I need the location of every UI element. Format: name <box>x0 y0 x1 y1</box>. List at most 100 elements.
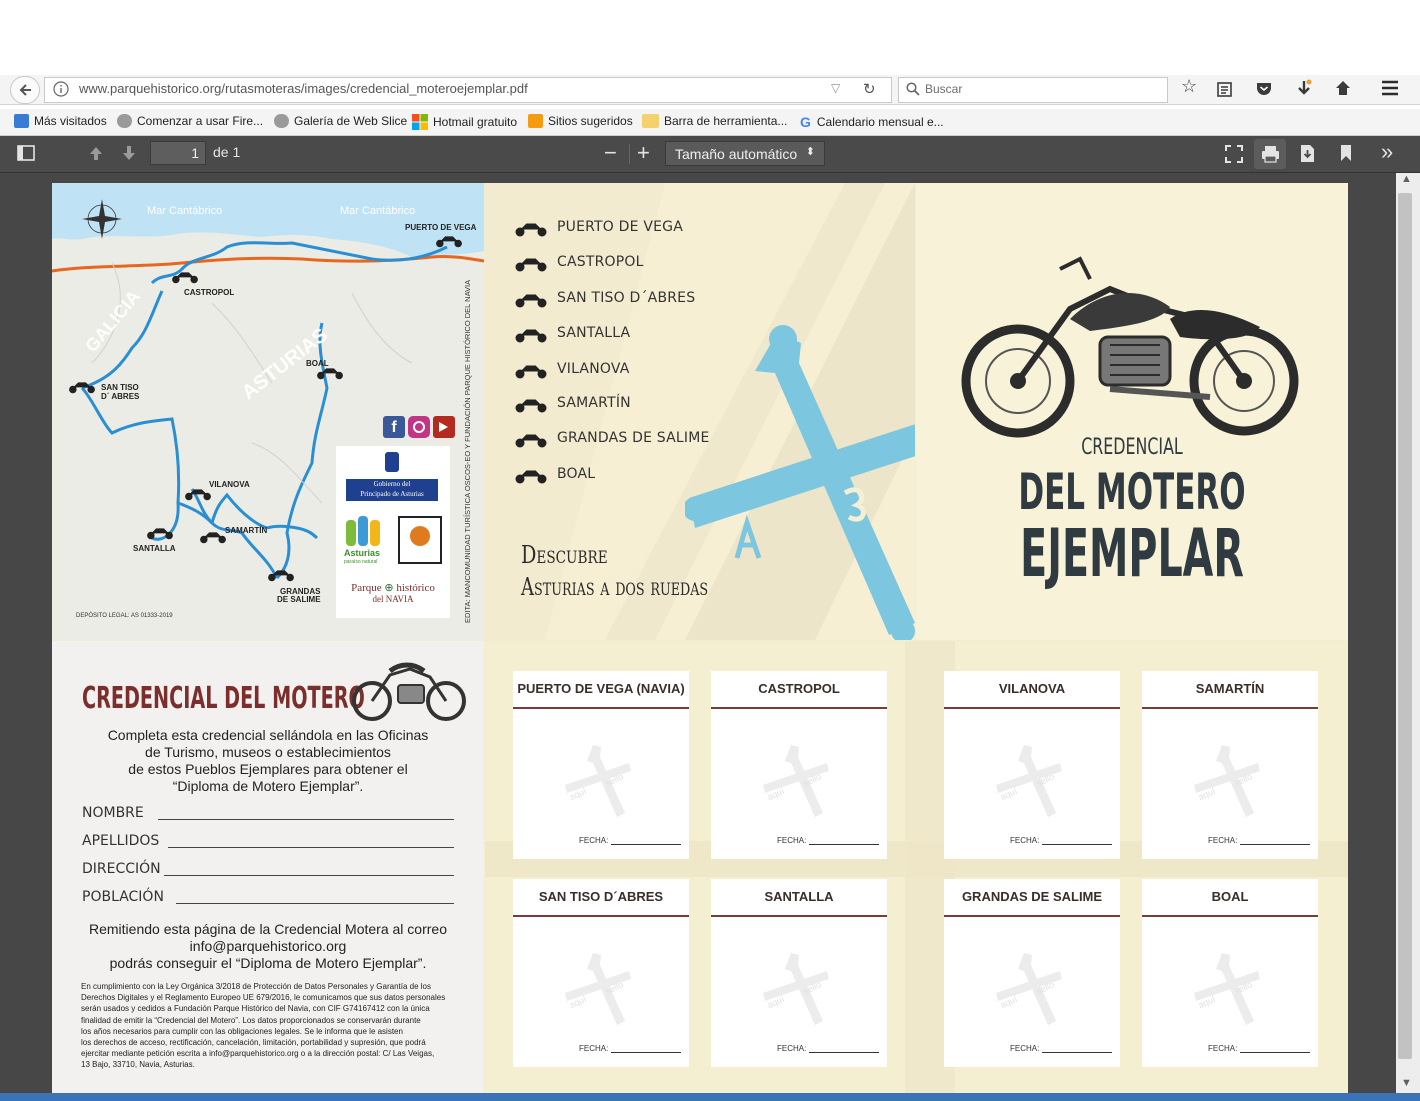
stamp-date-label: FECHA: <box>579 1044 609 1053</box>
parque-logo-word-3: del NAVIA <box>372 594 414 604</box>
stamp-title: CASTROPOL <box>758 681 840 696</box>
cover-panel: CREDENCIAL DEL MOTERO EJEMPLAR <box>916 183 1348 640</box>
field-label-direccion: DIRECCIÓN <box>82 861 161 877</box>
field-line-poblacion[interactable] <box>176 903 454 904</box>
back-button[interactable] <box>10 76 40 104</box>
route-item-label: CASTROPOL <box>557 254 644 270</box>
stamp-date-line[interactable] <box>809 1052 879 1053</box>
tools-expand-icon[interactable]: » <box>1381 139 1393 165</box>
form-intro-line: de estos Pueblos Ejemplares para obtener… <box>128 761 408 777</box>
download-icon[interactable] <box>1295 79 1313 99</box>
asturias-cross-icon <box>685 325 915 640</box>
motorcycle-icon <box>436 236 462 248</box>
presentation-mode-icon[interactable] <box>1225 145 1243 163</box>
stamp-date-line[interactable] <box>1042 1052 1112 1053</box>
save-pdf-icon[interactable] <box>1299 144 1316 163</box>
bookmarks-toolbar: Más visitados Comenzar a usar Fire... Ga… <box>0 109 1420 136</box>
stamp-date-line[interactable] <box>611 844 681 845</box>
bookmark-mas-visitados[interactable]: Más visitados <box>14 114 107 128</box>
next-page-icon[interactable] <box>121 145 137 161</box>
stamp-date-line[interactable] <box>1240 844 1310 845</box>
reading-list-icon[interactable] <box>1216 81 1233 98</box>
motorcycle-icon <box>317 368 343 380</box>
oscos-eo-logo <box>398 516 442 564</box>
cover-title-1: CREDENCIAL <box>1081 435 1183 460</box>
form-remit: Remitiendo esta página de la Credencial … <box>52 921 484 972</box>
bookmark-calendario[interactable]: G Calendario mensual e... <box>800 114 944 130</box>
bookmark-label: Hotmail gratuito <box>433 115 518 129</box>
stamp-divider <box>944 915 1120 917</box>
route-item-label: VILANOVA <box>557 361 630 377</box>
bookmark-sitios-sugeridos[interactable]: Sitios sugeridos <box>528 114 633 128</box>
url-dropdown-icon[interactable]: ▽ <box>831 81 840 95</box>
bookmark-view-icon[interactable] <box>1339 144 1353 162</box>
deposito-legal: DEPÓSITO LEGAL: AS 01333-2019 <box>76 613 173 619</box>
map-town-label: D´ ABRES <box>101 392 140 401</box>
reload-icon[interactable]: ↻ <box>863 80 876 98</box>
stamp-box: BOAL aquí sello FECHA: <box>1142 879 1318 1067</box>
home-icon[interactable] <box>1334 79 1352 97</box>
form-intro: Completa esta credencial sellándola en l… <box>52 727 484 795</box>
stamp-date-line[interactable] <box>611 1052 681 1053</box>
stamp-date-line[interactable] <box>1240 1052 1310 1053</box>
asturias-paraiso-logo <box>344 516 386 546</box>
sponsor-logos-box: Gobierno del Principado de Asturias Astu… <box>336 446 450 618</box>
sidebar-toggle-icon[interactable] <box>17 145 35 161</box>
legal-line: serán usados y cedidos a Fundación Parqu… <box>81 1004 430 1014</box>
stamp-date-line[interactable] <box>809 844 879 845</box>
select-arrows-icon: ⬍ <box>805 146 815 158</box>
motorcycle-icon <box>200 532 226 544</box>
motorcycle-icon <box>515 399 547 413</box>
motorcycle-icon <box>515 365 547 379</box>
cover-title-3: EJEMPLAR <box>1020 515 1244 592</box>
stamp-divider <box>1142 707 1318 709</box>
page-count: de 1 <box>213 144 241 160</box>
field-line-apellidos[interactable] <box>168 847 454 848</box>
pocket-icon[interactable] <box>1255 80 1273 98</box>
bookmark-barra-herramientas[interactable]: Barra de herramienta... <box>642 114 787 128</box>
field-line-nombre[interactable] <box>158 819 454 820</box>
url-text: www.parquehistorico.org/rutasmoteras/ima… <box>79 81 528 96</box>
url-bar[interactable]: www.parquehistorico.org/rutasmoteras/ima… <box>44 77 892 103</box>
search-icon <box>906 82 920 96</box>
scroll-down-icon[interactable]: ▼ <box>1401 1077 1412 1089</box>
bookmark-galeria-web-slice[interactable]: Galería de Web Slice <box>274 114 407 128</box>
asturias-crest-icon <box>385 452 399 472</box>
zoom-select[interactable]: Tamaño automático ⬍ <box>665 141 825 166</box>
youtube-icon <box>433 416 455 438</box>
bookmark-star-icon[interactable]: ☆ <box>1181 76 1197 97</box>
stamp-box: SAMARTÍN aquí sello FECHA: <box>1142 671 1318 859</box>
scroll-up-icon[interactable]: ▲ <box>1401 173 1412 185</box>
search-input[interactable]: Buscar <box>898 77 1168 103</box>
previous-page-icon[interactable] <box>88 145 104 161</box>
zoom-in-icon[interactable]: + <box>637 140 650 166</box>
scroll-thumb[interactable] <box>1398 193 1412 1059</box>
gobierno-line-1: Gobierno del <box>373 480 411 488</box>
stamp-divider <box>944 707 1120 709</box>
route-list-panel: PUERTO DE VEGA CASTROPOL SAN TISO D´ABRE… <box>485 183 915 640</box>
zoom-out-icon[interactable]: − <box>604 140 617 166</box>
print-icon[interactable] <box>1261 145 1280 163</box>
stamp-title: VILANOVA <box>998 681 1066 696</box>
tagline-line-2: Asturias a dos ruedas <box>521 573 709 601</box>
info-icon[interactable] <box>53 81 69 97</box>
vertical-scrollbar[interactable]: ▲ ▼ <box>1396 173 1420 1095</box>
bookmark-comenzar-firefox[interactable]: Comenzar a usar Fire... <box>117 114 263 128</box>
menu-icon[interactable] <box>1381 80 1399 96</box>
back-arrow-icon <box>19 84 31 96</box>
page-number-input[interactable]: 1 <box>150 141 206 165</box>
bookmark-hotmail[interactable]: Hotmail gratuito <box>412 114 517 130</box>
stamp-divider <box>711 707 887 709</box>
zoom-select-value: Tamaño automático <box>675 146 798 162</box>
stamp-date-label: FECHA: <box>1208 836 1238 845</box>
stamp-date-line[interactable] <box>1042 844 1112 845</box>
route-item: BOAL <box>515 466 595 484</box>
stamp-box: SAN TISO D´ABRES aquí sello FECHA: <box>513 879 689 1067</box>
field-line-direccion[interactable] <box>164 875 454 876</box>
motorcycle-icon <box>147 528 173 540</box>
stamps-panel: PUERTO DE VEGA (NAVIA) aquí sello FECHA: CAS… <box>485 641 1348 1093</box>
motorcycle-small-illustration <box>352 662 466 721</box>
stamp-box: CASTROPOL aquí sello FECHA: <box>711 671 887 859</box>
route-item: CASTROPOL <box>515 254 644 272</box>
motorcycle-icon <box>268 570 294 582</box>
